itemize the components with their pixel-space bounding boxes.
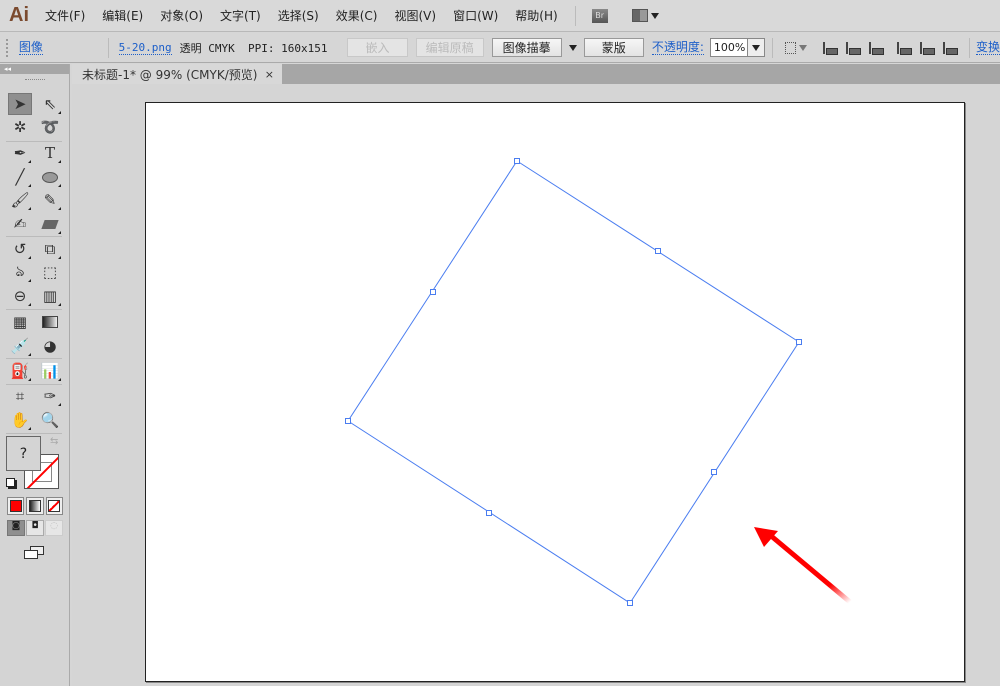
arrow-shaft: [768, 533, 852, 604]
selection-handle[interactable]: [796, 339, 802, 345]
selection-handle[interactable]: [430, 289, 436, 295]
selected-rotated-image-bounds[interactable]: [347, 160, 800, 604]
selection-handle[interactable]: [514, 158, 520, 164]
red-arrow-annotation: [754, 527, 852, 604]
selection-handle[interactable]: [627, 600, 633, 606]
selection-handle[interactable]: [711, 469, 717, 475]
selection-handle[interactable]: [486, 510, 492, 516]
selection-handle[interactable]: [655, 248, 661, 254]
artwork-layer: [345, 158, 852, 606]
selection-handle[interactable]: [345, 418, 351, 424]
